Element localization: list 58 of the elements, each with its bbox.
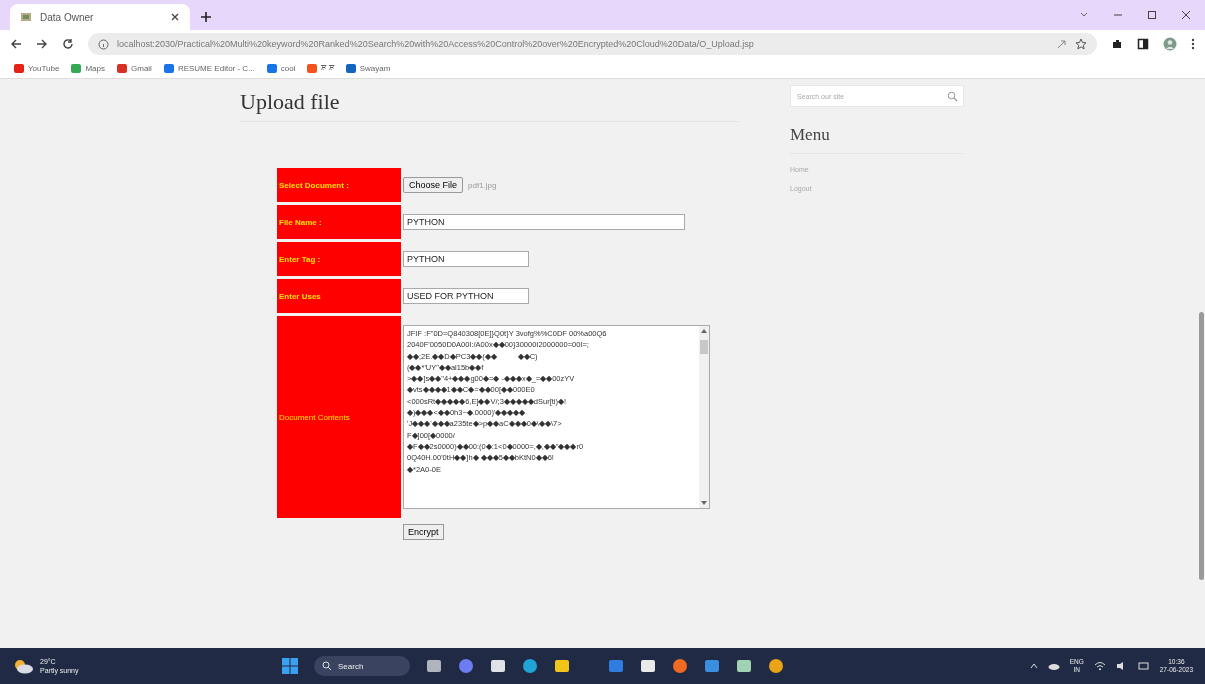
- input-field[interactable]: PYTHON: [403, 214, 685, 230]
- plus-icon[interactable]: [200, 11, 212, 23]
- field-label: Select Document :: [277, 168, 401, 202]
- app-icon[interactable]: [426, 658, 442, 674]
- app-icon[interactable]: [736, 658, 752, 674]
- app-icon[interactable]: [554, 658, 570, 674]
- forward-icon[interactable]: [36, 38, 48, 50]
- cloud-icon[interactable]: [1047, 662, 1060, 670]
- caret-icon[interactable]: [1029, 663, 1038, 669]
- bookmark-link[interactable]: Gmail: [131, 63, 152, 73]
- share-icon[interactable]: [1056, 38, 1067, 50]
- reload-icon[interactable]: [62, 38, 74, 50]
- field-label: File Name :: [277, 205, 401, 239]
- file-name: pdf1.jpg: [468, 180, 497, 190]
- sidepanel-icon[interactable]: [1137, 38, 1149, 50]
- wifi-icon[interactable]: [1093, 661, 1106, 671]
- app-icon[interactable]: [490, 658, 506, 674]
- maximize-icon[interactable]: [1147, 10, 1157, 20]
- url-text: localhost:2030/Practical%20Multi%20keyword%20Ranked%20Search%20with%20Access%20Control%20over%20Encrypted%20Cloud%20Data/O_Upload.jsp: [117, 39, 755, 49]
- taskbar-search[interactable]: Search: [314, 656, 410, 676]
- search-text: Search: [338, 661, 364, 671]
- bookmark-link[interactable]: cool: [280, 63, 296, 73]
- field-label: Enter Tag :: [277, 242, 401, 276]
- star-icon[interactable]: [1075, 38, 1087, 50]
- scroll-up-icon[interactable]: [700, 328, 708, 334]
- app-icon[interactable]: [640, 658, 656, 674]
- info-icon[interactable]: [98, 38, 109, 50]
- input-field[interactable]: PYTHON: [403, 251, 529, 267]
- bookmark-link[interactable]: Swayam: [359, 63, 391, 73]
- weather-icon[interactable]: [12, 658, 34, 674]
- tab-title: Data Owner: [40, 11, 95, 23]
- avatar-icon[interactable]: [1163, 37, 1177, 51]
- bookmark-link[interactable]: YouTube: [28, 63, 60, 73]
- close-icon[interactable]: [1181, 10, 1191, 20]
- app-icon[interactable]: [522, 658, 538, 674]
- back-icon[interactable]: [10, 38, 22, 50]
- bookmark-link[interactable]: ਸ਼ ਸ਼: [321, 63, 334, 73]
- field-label: Document Contents: [277, 316, 401, 518]
- scrollbar-thumb[interactable]: [1199, 312, 1204, 580]
- bookmark-link[interactable]: Maps: [85, 63, 105, 73]
- browser-tab[interactable]: Data Owner: [10, 4, 190, 30]
- input-field[interactable]: USED FOR PYTHON: [403, 288, 529, 304]
- address-bar[interactable]: localhost:2030/Practical%20Multi%20keyword%20Ranked%20Search%20with%20Access%20Control%20over%20Encrypted%20Cloud%20Data/O_Upload.jsp: [88, 33, 1097, 55]
- menu-heading: Menu: [790, 125, 964, 154]
- search-icon[interactable]: [322, 661, 332, 671]
- choose-file-button[interactable]: Choose File: [403, 177, 464, 193]
- menu-icon[interactable]: [1191, 38, 1195, 50]
- page-title: Upload file: [240, 89, 740, 122]
- bookmark-link[interactable]: RESUME Editor - C...: [177, 63, 255, 73]
- scroll-down-icon[interactable]: [700, 500, 708, 506]
- battery-icon[interactable]: [1137, 661, 1150, 671]
- start-icon[interactable]: [282, 658, 298, 674]
- app-icon[interactable]: [768, 658, 784, 674]
- field-label: Enter Uses: [277, 279, 401, 313]
- close-icon[interactable]: [170, 12, 180, 22]
- encrypt-button[interactable]: Encrypt: [403, 524, 444, 540]
- page-icon[interactable]: [20, 11, 32, 23]
- scrollbar-thumb[interactable]: [700, 340, 708, 354]
